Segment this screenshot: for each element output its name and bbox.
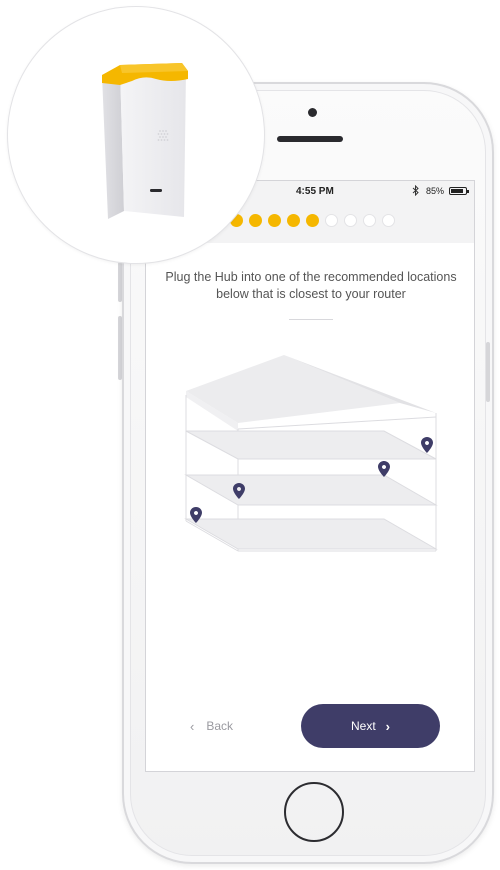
home-button[interactable] xyxy=(284,782,344,842)
progress-dot-incomplete xyxy=(344,214,357,227)
app-stage: 4:55 PM 85% Plug the Hub into one of the… xyxy=(0,0,500,870)
progress-dot-complete xyxy=(306,214,319,227)
hub-device-image xyxy=(102,63,188,219)
location-pin-icon xyxy=(421,437,433,453)
bluetooth-icon xyxy=(412,184,419,199)
progress-dot-complete xyxy=(287,214,300,227)
progress-dots xyxy=(230,214,395,227)
house-diagram xyxy=(184,355,438,552)
power-button xyxy=(486,342,490,402)
earpiece-speaker xyxy=(277,136,343,142)
hub-port-slot xyxy=(150,189,162,192)
next-label: Next xyxy=(350,719,376,733)
back-label: Back xyxy=(206,719,234,733)
progress-dot-complete xyxy=(249,214,262,227)
front-camera xyxy=(308,108,317,117)
instruction-text: Plug the Hub into one of the recommended… xyxy=(165,270,457,301)
next-button[interactable]: Next › xyxy=(301,704,440,748)
chevron-right-icon: › xyxy=(385,718,391,734)
hub-product-bubble xyxy=(7,6,265,264)
progress-dot-incomplete xyxy=(382,214,395,227)
floor-bottom xyxy=(184,518,438,550)
floor-middle xyxy=(184,474,438,506)
status-time: 4:55 PM xyxy=(296,186,334,197)
battery-fill xyxy=(451,189,463,193)
progress-dot-incomplete xyxy=(363,214,376,227)
divider xyxy=(289,319,333,320)
hub-front xyxy=(120,67,186,217)
battery-icon xyxy=(449,187,469,195)
floor-top xyxy=(185,430,437,460)
progress-dot-complete xyxy=(268,214,281,227)
back-button[interactable]: ‹ Back xyxy=(190,717,233,735)
chevron-left-icon: ‹ xyxy=(190,718,195,734)
phone-screen: 4:55 PM 85% Plug the Hub into one of the… xyxy=(145,180,475,772)
progress-dot-incomplete xyxy=(325,214,338,227)
battery-percentage: 85% xyxy=(426,186,445,196)
